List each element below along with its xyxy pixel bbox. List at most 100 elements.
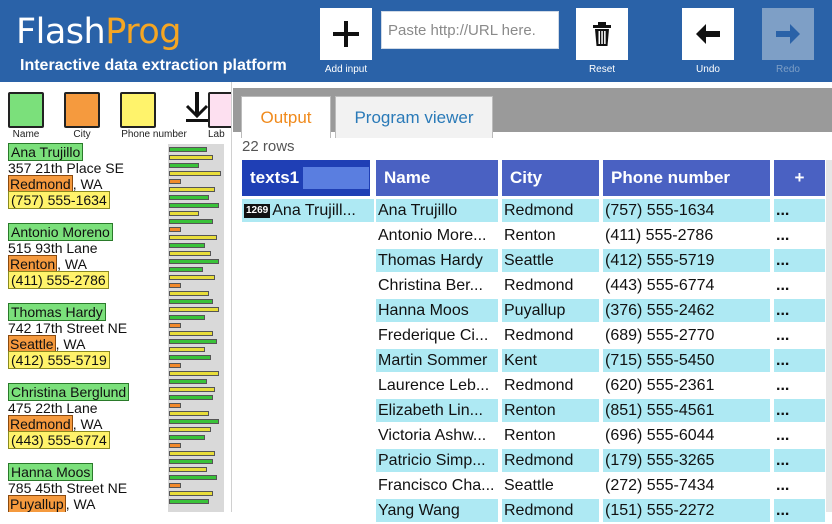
column-rename-field[interactable]: [303, 167, 370, 189]
table-row[interactable]: Laurence Leb... Redmond (620) 555-2361...: [233, 374, 832, 399]
table-cell-phone[interactable]: (412) 555-5719: [603, 249, 770, 272]
table-cell-name[interactable]: Yang Wang: [376, 499, 498, 522]
street-text: 357 21th Place SE: [8, 160, 124, 176]
table-row[interactable]: Patricio Simp... Redmond (179) 555-3265...: [233, 449, 832, 474]
table-row[interactable]: Antonio More... Renton (411) 555-2786...: [233, 224, 832, 249]
record-badge: 1269: [244, 204, 271, 218]
table-cell-more[interactable]: ...: [774, 199, 825, 222]
table-row[interactable]: Thomas Hardy Seattle (412) 555-5719...: [233, 249, 832, 274]
phone-color-swatch[interactable]: [120, 92, 156, 128]
table-cell-more[interactable]: ...: [774, 399, 825, 422]
download-arrow-icon[interactable]: [184, 90, 210, 124]
minimap-bar: [169, 171, 221, 176]
minimap-bar: [169, 427, 211, 432]
redo-button[interactable]: [762, 8, 814, 60]
table-cell-city[interactable]: Redmond: [502, 199, 599, 222]
highlight-phone[interactable]: (412) 555-5719: [8, 351, 110, 369]
table-cell-name[interactable]: Thomas Hardy: [376, 249, 498, 272]
table-cell-city[interactable]: Puyallup: [502, 299, 599, 322]
table-cell-name[interactable]: Patricio Simp...: [376, 449, 498, 472]
table-cell-more[interactable]: ...: [774, 449, 825, 472]
table-row[interactable]: Hanna Moos Puyallup (376) 555-2462...: [233, 299, 832, 324]
table-cell-name[interactable]: Ana Trujillo: [376, 199, 498, 222]
name-color-swatch[interactable]: [8, 92, 44, 128]
table-cell-name[interactable]: Laurence Leb...: [376, 374, 498, 397]
table-row[interactable]: Christina Ber... Redmond (443) 555-6774...: [233, 274, 832, 299]
reset-button[interactable]: [576, 8, 628, 60]
table-cell-name[interactable]: Martin Sommer: [376, 349, 498, 372]
table-cell-more[interactable]: ...: [774, 249, 825, 272]
vertical-scrollbar[interactable]: [826, 160, 832, 512]
highlight-phone[interactable]: (411) 555-2786: [8, 271, 109, 289]
column-header-city[interactable]: City: [502, 160, 599, 196]
table-cell-phone[interactable]: (272) 555-7434: [603, 474, 770, 497]
table-cell-more[interactable]: ...: [774, 499, 825, 522]
table-cell-phone[interactable]: (443) 555-6774: [603, 274, 770, 297]
minimap-bar: [169, 251, 211, 256]
highlight-phone[interactable]: (443) 555-6774: [8, 431, 110, 449]
table-cell-city[interactable]: Renton: [502, 399, 599, 422]
table-cell-more[interactable]: ...: [774, 324, 825, 347]
document-minimap[interactable]: [168, 144, 224, 512]
table-cell-city[interactable]: Redmond: [502, 449, 599, 472]
add-column-button[interactable]: +: [774, 160, 825, 196]
url-input[interactable]: [381, 11, 559, 49]
table-cell-more[interactable]: ...: [774, 424, 825, 447]
tab-program-viewer[interactable]: Program viewer: [335, 96, 493, 138]
add-input-button[interactable]: [320, 8, 372, 60]
table-cell-texts[interactable]: 1269 Ana Trujill...: [242, 199, 374, 222]
table-cell-phone[interactable]: (376) 555-2462: [603, 299, 770, 322]
table-cell-phone[interactable]: (689) 555-2770: [603, 324, 770, 347]
city-color-swatch[interactable]: [64, 92, 100, 128]
highlight-name[interactable]: Ana Trujillo: [8, 143, 84, 161]
table-cell-name[interactable]: Hanna Moos: [376, 299, 498, 322]
table-cell-phone[interactable]: (696) 555-6044: [603, 424, 770, 447]
table-row[interactable]: 1269 Ana Trujill... Ana Trujillo Redmond (7…: [233, 199, 832, 224]
table-cell-name[interactable]: Christina Ber...: [376, 274, 498, 297]
table-cell-city[interactable]: Seattle: [502, 474, 599, 497]
table-row[interactable]: Frederique Ci... Redmond (689) 555-2770...: [233, 324, 832, 349]
table-cell-city[interactable]: Seattle: [502, 249, 599, 272]
table-cell-more[interactable]: ...: [774, 299, 825, 322]
table-row[interactable]: Victoria Ashw... Renton (696) 555-6044...: [233, 424, 832, 449]
table-cell-city[interactable]: Redmond: [502, 499, 599, 522]
column-header-texts[interactable]: texts1: [242, 160, 370, 196]
column-header-phone[interactable]: Phone number: [603, 160, 770, 196]
table-cell-city[interactable]: Renton: [502, 424, 599, 447]
table-cell-city[interactable]: Redmond: [502, 324, 599, 347]
table-cell-more[interactable]: ...: [774, 274, 825, 297]
table-row[interactable]: Francisco Cha... Seattle (272) 555-7434...: [233, 474, 832, 499]
table-cell-city[interactable]: Redmond: [502, 374, 599, 397]
table-cell-more[interactable]: ...: [774, 374, 825, 397]
table-cell-city[interactable]: Redmond: [502, 274, 599, 297]
table-cell-name[interactable]: Francisco Cha...: [376, 474, 498, 497]
table-cell-phone[interactable]: (757) 555-1634: [603, 199, 770, 222]
table-cell-phone[interactable]: (620) 555-2361: [603, 374, 770, 397]
table-cell-city[interactable]: Kent: [502, 349, 599, 372]
highlight-city[interactable]: Puyallup: [8, 495, 66, 512]
table-cell-phone[interactable]: (715) 555-5450: [603, 349, 770, 372]
table-cell-more[interactable]: ...: [774, 349, 825, 372]
table-cell-more[interactable]: ...: [774, 224, 825, 247]
label-color-swatch[interactable]: [208, 92, 231, 128]
table-cell-phone[interactable]: (151) 555-2272: [603, 499, 770, 522]
table-cell-name[interactable]: Victoria Ashw...: [376, 424, 498, 447]
table-row[interactable]: Martin Sommer Kent (715) 555-5450...: [233, 349, 832, 374]
column-header-name[interactable]: Name: [376, 160, 498, 196]
highlight-name[interactable]: Thomas Hardy: [8, 303, 106, 321]
table-cell-phone[interactable]: (179) 555-3265: [603, 449, 770, 472]
highlight-phone[interactable]: (757) 555-1634: [8, 191, 110, 209]
table-cell-phone[interactable]: (411) 555-2786: [603, 224, 770, 247]
tab-output[interactable]: Output: [241, 96, 331, 138]
highlight-name[interactable]: Christina Berglund: [8, 383, 130, 401]
table-cell-phone[interactable]: (851) 555-4561: [603, 399, 770, 422]
table-row[interactable]: Elizabeth Lin... Renton (851) 555-4561...: [233, 399, 832, 424]
highlight-name[interactable]: Antonio Moreno: [8, 223, 113, 241]
table-cell-name[interactable]: Frederique Ci...: [376, 324, 498, 347]
table-cell-city[interactable]: Renton: [502, 224, 599, 247]
undo-button[interactable]: [682, 8, 734, 60]
highlight-name[interactable]: Hanna Moos: [8, 463, 94, 481]
table-cell-name[interactable]: Elizabeth Lin...: [376, 399, 498, 422]
table-cell-name[interactable]: Antonio More...: [376, 224, 498, 247]
table-cell-more[interactable]: ...: [774, 474, 825, 497]
